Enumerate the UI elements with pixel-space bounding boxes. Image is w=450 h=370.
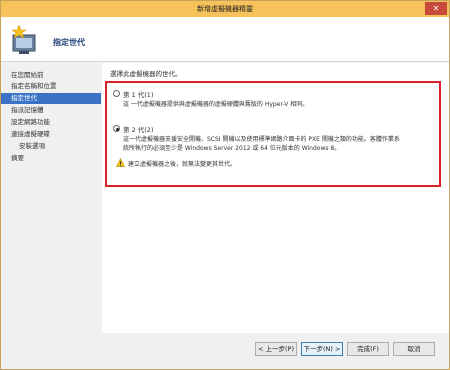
page-title: 指定世代 [53,38,85,47]
wizard-footer: < 上一步(P) 下一步(N) > 完成(F) 取消 [1,333,449,369]
sidebar-item-networking[interactable]: 設定網路功能 [1,117,101,128]
sidebar-item-virtual-disk[interactable]: 連接虛擬硬碟 [1,129,101,140]
cancel-button[interactable]: 取消 [393,342,435,356]
sidebar-item-memory[interactable]: 指派記憶體 [1,105,101,116]
virtual-machine-icon [11,24,36,54]
gen1-radio[interactable] [113,90,120,97]
previous-button[interactable]: < 上一步(P) [255,342,297,356]
sidebar-item-generation[interactable]: 指定世代 [1,93,101,104]
gen2-radio[interactable] [113,125,120,132]
warning-icon [116,158,125,167]
window-title: 新增虛擬機器精靈 [197,5,253,13]
generation-prompt: 選擇此虛擬機器的世代。 [110,70,182,78]
gen1-label[interactable]: 第 1 代(1) [123,89,153,99]
gen1-description: 這 一代虛擬機器提供與虛擬機器的虛擬硬體與舊版的 Hyper-V 相同。 [123,101,309,108]
warning-text: 建立虛擬機器之後，就無法變更其世代。 [128,161,237,168]
gen2-label[interactable]: 第 2 代(2) [123,124,153,134]
wizard-content: 選擇此虛擬機器的世代。 第 1 代(1) 這 一代虛擬機器提供與虛擬機器的虛擬硬… [102,63,449,333]
wizard-header: 指定世代 [1,17,449,62]
generation-options-highlight: 第 1 代(1) 這 一代虛擬機器提供與虛擬機器的虛擬硬體與舊版的 Hyper-… [105,81,441,187]
sidebar-item-summary[interactable]: 摘要 [1,153,101,164]
sidebar-item-before-you-begin[interactable]: 在您開始前 [1,70,101,81]
wizard-window: 新增虛擬機器精靈 ✕ 指定世代 在您開始前 指定名稱和位置 指定世代 指派記憶體… [0,0,450,370]
sidebar-item-name-location[interactable]: 指定名稱和位置 [1,81,101,92]
finish-button[interactable]: 完成(F) [347,342,389,356]
gen2-description-line1: 這一代虛擬機器支援安全開機、SCSI 開機以及使用標準網路介面卡的 PXE 開機… [123,136,400,143]
gen2-description-line2: 統所執行的必須至少是 Windows Server 2012 或 64 位元版本… [123,145,341,152]
wizard-steps-sidebar: 在您開始前 指定名稱和位置 指定世代 指派記憶體 設定網路功能 連接虛擬硬碟 安… [1,63,101,343]
close-button[interactable]: ✕ [425,2,447,15]
sidebar-item-install-options[interactable]: 安裝選項 [1,141,101,152]
title-bar[interactable]: 新增虛擬機器精靈 ✕ [1,1,449,17]
next-button[interactable]: 下一步(N) > [301,342,343,356]
